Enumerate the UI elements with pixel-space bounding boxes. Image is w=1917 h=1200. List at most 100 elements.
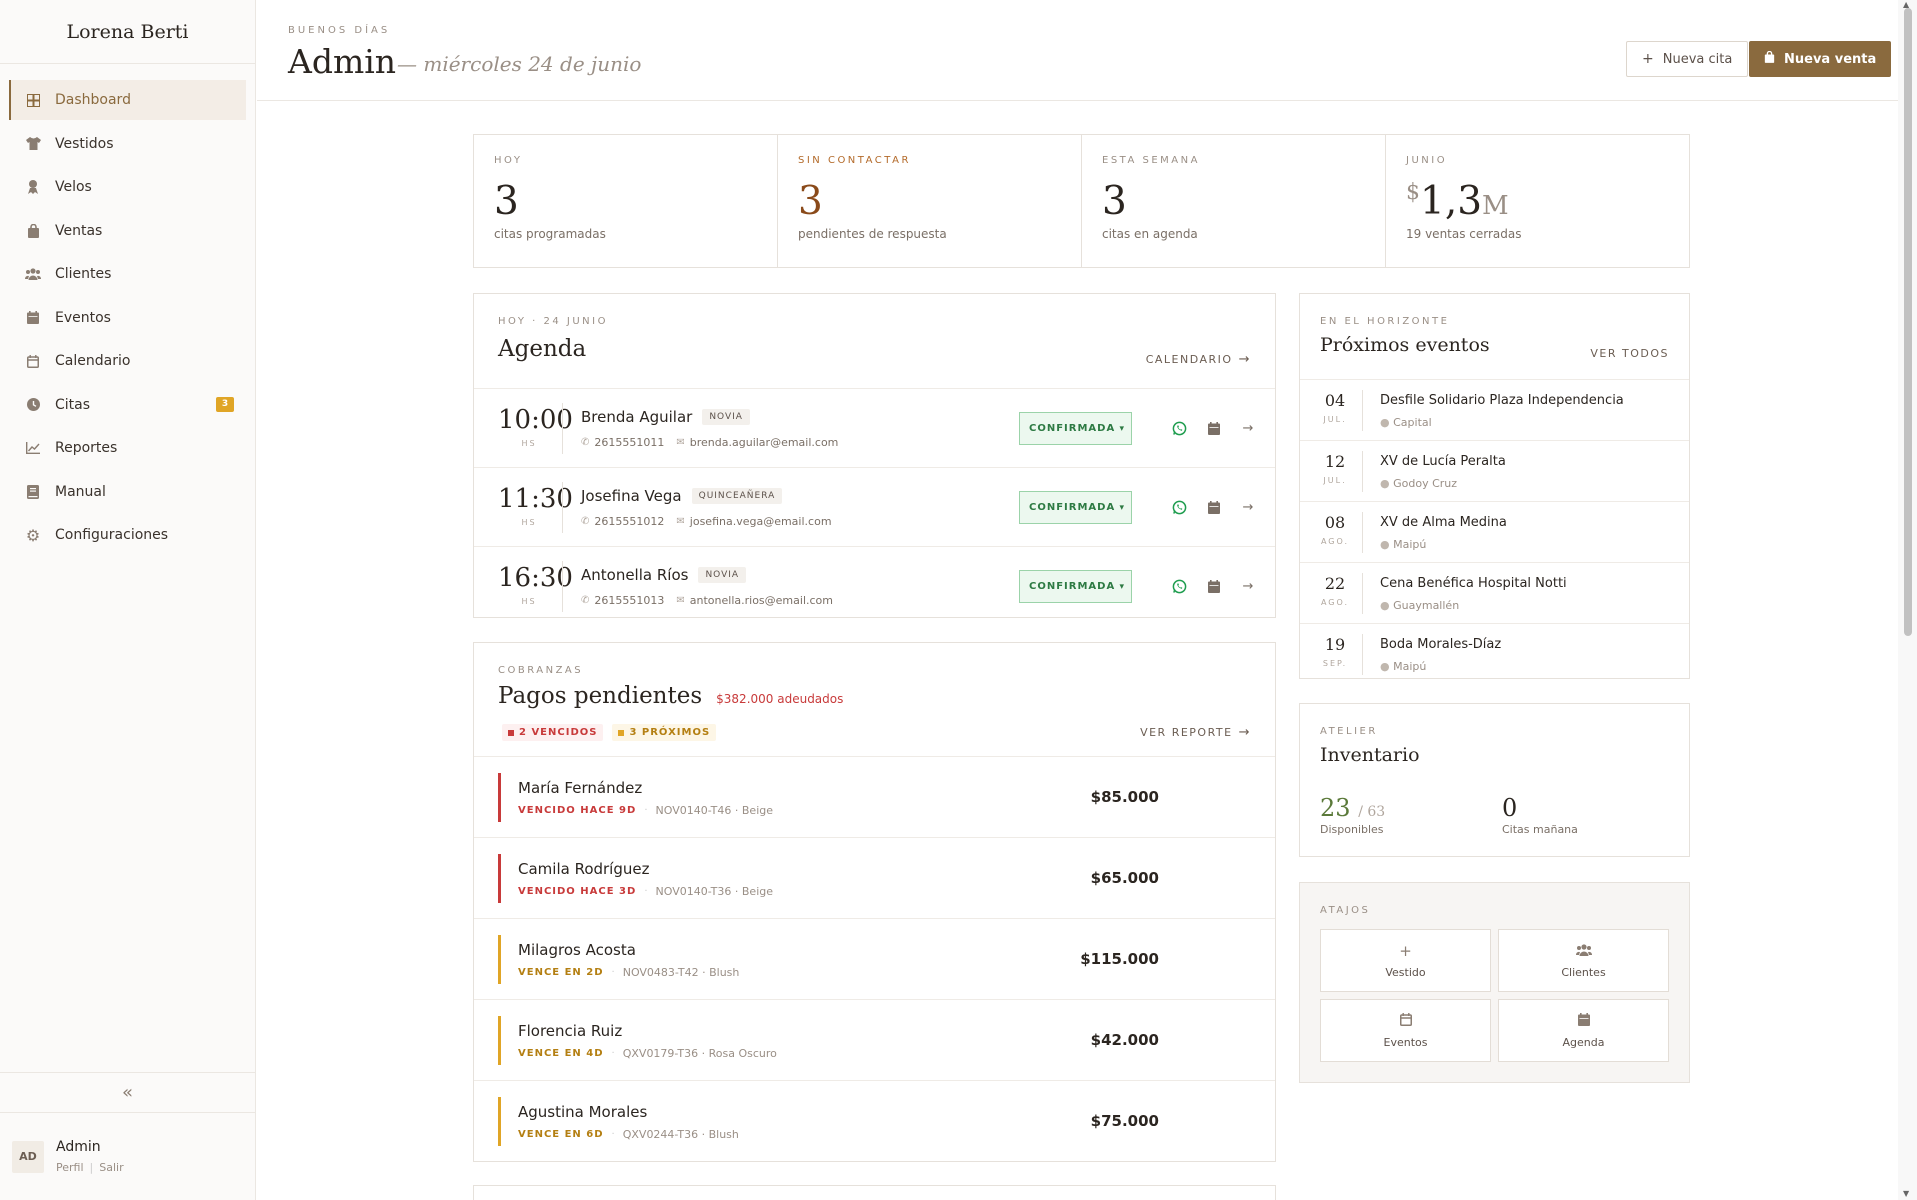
product-code: NOV0140-T46 · Beige [655, 804, 774, 817]
page-scrollbar[interactable]: ▲ ▼ [1898, 0, 1917, 1200]
stat-value: $1,3M [1406, 179, 1669, 224]
arrow-right-icon[interactable]: → [1238, 418, 1258, 438]
events-title: Próximos eventos [1320, 334, 1490, 356]
arrow-right-icon[interactable]: → [1238, 497, 1258, 517]
available-count: 23 [1320, 794, 1351, 822]
total-count: / 63 [1358, 804, 1386, 820]
event-location-label: Guaymallén [1393, 599, 1460, 612]
sidebar-item-velos[interactable]: Velos [9, 167, 246, 207]
stat-desc: pendientes de respuesta [798, 227, 947, 241]
sidebar-item-label: Configuraciones [55, 527, 169, 543]
chart-line-icon [25, 440, 41, 456]
appointment-row[interactable]: 10:00 HS Brenda Aguilar NOVIA ✆ 2615551011… [474, 388, 1275, 467]
event-row[interactable]: 12 JUL. XV de Lucía Peralta ● Godoy Cruz [1300, 440, 1689, 501]
appointment-row[interactable]: 16:30 HS Antonella Ríos NOVIA ✆ 2615551013… [474, 546, 1275, 625]
divider [1362, 390, 1363, 431]
calendar-icon [25, 353, 41, 369]
sidebar-item-label: Citas [55, 396, 91, 413]
sidebar-item-configuraciones[interactable]: ⚙ Configuraciones [9, 515, 246, 555]
upcoming-chip[interactable]: 3 PRÓXIMOS [612, 724, 717, 741]
event-row[interactable]: 19 SEP. Boda Morales-Díaz ● Maipú [1300, 623, 1689, 684]
payment-row[interactable]: María Fernández VENCIDO HACE 9D · NOV0140-… [474, 756, 1275, 837]
sidebar-item-vestidos[interactable]: Vestidos [9, 124, 246, 164]
calendar-icon [1399, 1012, 1412, 1030]
scroll-down-icon[interactable]: ▼ [1903, 1189, 1909, 1198]
shortcut-agenda[interactable]: Agenda [1498, 999, 1669, 1062]
appointment-time-unit: HS [521, 518, 537, 527]
calendar-grid-icon[interactable] [1204, 497, 1224, 517]
sidebar-item-eventos[interactable]: Eventos [9, 298, 246, 338]
arrow-right-icon[interactable]: → [1238, 576, 1258, 596]
overdue-chip-label: 2 VENCIDOS [519, 727, 598, 738]
calendar-grid-icon[interactable] [1204, 418, 1224, 438]
payment-row[interactable]: Agustina Morales VENCE EN 6D · QXV0244-T36… [474, 1080, 1275, 1161]
new-appointment-button[interactable]: + Nueva cita [1626, 41, 1749, 77]
sidebar-item-calendario[interactable]: Calendario [9, 341, 246, 381]
sidebar-item-label: Eventos [55, 309, 111, 326]
event-row[interactable]: 08 AGO. XV de Alma Medina ● Maipú [1300, 501, 1689, 562]
whatsapp-icon[interactable] [1169, 576, 1189, 596]
sidebar-item-citas[interactable]: Citas 3 [9, 385, 246, 425]
appointment-type-tag: NOVIA [702, 409, 750, 425]
event-location: ● Godoy Cruz [1380, 477, 1457, 490]
new-sale-label: Nueva venta [1784, 51, 1877, 67]
shortcut-events[interactable]: Eventos [1320, 999, 1491, 1062]
sidebar-item-dashboard[interactable]: Dashboard [9, 80, 246, 120]
overdue-chip[interactable]: 2 VENCIDOS [502, 724, 604, 741]
sidebar-item-reportes[interactable]: Reportes [9, 428, 246, 468]
mail-icon: ✉ [676, 595, 685, 606]
sidebar-item-manual[interactable]: Manual [9, 472, 246, 512]
appointment-status-select[interactable]: CONFIRMADA ▾ [1019, 570, 1132, 603]
sidebar-item-ventas[interactable]: Ventas [9, 211, 246, 251]
stat-this-week[interactable]: ESTA SEMANA 3 citas en agenda [1082, 135, 1386, 267]
status-bar [498, 854, 501, 903]
payment-row[interactable]: Milagros Acosta VENCE EN 2D · NOV0483-T42 … [474, 918, 1275, 999]
inventory-available[interactable]: 23 / 63 [1320, 794, 1385, 822]
divider [1362, 512, 1363, 553]
scrollbar-thumb[interactable] [1904, 8, 1912, 636]
avatar[interactable]: AD [12, 1140, 44, 1173]
calendar-grid-icon[interactable] [1204, 576, 1224, 596]
stat-number: 1,3 [1420, 179, 1483, 224]
stat-uncontacted[interactable]: SIN CONTACTAR 3 pendientes de respuesta [778, 135, 1082, 267]
event-location-label: Maipú [1393, 660, 1427, 673]
event-month: JUL. [1323, 476, 1347, 485]
view-all-events-link[interactable]: VER TODOS [1590, 347, 1669, 360]
appointments-tomorrow[interactable]: 0 [1502, 794, 1517, 822]
shortcut-clients[interactable]: Clientes [1498, 929, 1669, 992]
shortcut-new-dress[interactable]: + Vestido [1320, 929, 1491, 992]
divider [1362, 451, 1363, 492]
payment-row[interactable]: Florencia Ruiz VENCE EN 4D · QXV0179-T36 ·… [474, 999, 1275, 1080]
arrow-right-icon: → [1238, 725, 1251, 740]
calendar-link-label: CALENDARIO [1145, 353, 1233, 366]
calendar-link[interactable]: CALENDARIO → [1146, 352, 1251, 367]
event-row[interactable]: 04 JUL. Desfile Solidario Plaza Independ… [1300, 379, 1689, 440]
owed-total: $382.000 adeudados [716, 692, 844, 706]
greeting: BUENOS DÍAS [288, 25, 391, 36]
brand-logo[interactable]: Lorena Berti [0, 0, 255, 64]
client-name: Agustina Morales [518, 1103, 648, 1121]
whatsapp-icon[interactable] [1169, 497, 1189, 517]
appointment-status-select[interactable]: CONFIRMADA ▾ [1019, 412, 1132, 445]
profile-link[interactable]: Perfil [56, 1161, 84, 1174]
stats-panel: HOY 3 citas programadas SIN CONTACTAR 3 … [473, 134, 1690, 268]
stat-june-sales[interactable]: JUNIO $1,3M 19 ventas cerradas [1386, 135, 1689, 267]
appointment-row[interactable]: 11:30 HS Josefina Vega QUINCEAÑERA ✆ 26155… [474, 467, 1275, 546]
logout-link[interactable]: Salir [99, 1161, 123, 1174]
shortcuts-card: ATAJOS + Vestido Clientes Eventos Agenda [1299, 882, 1690, 1083]
appointment-status-select[interactable]: CONFIRMADA ▾ [1019, 491, 1132, 524]
sidebar-item-label: Vestidos [55, 135, 114, 152]
payment-row[interactable]: Camila Rodríguez VENCIDO HACE 3D · NOV0140… [474, 837, 1275, 918]
collapse-sidebar-button[interactable]: « [0, 1072, 255, 1112]
new-sale-button[interactable]: Nueva venta [1749, 41, 1892, 77]
whatsapp-icon[interactable] [1169, 418, 1189, 438]
map-pin-icon: ● [1380, 416, 1390, 429]
report-link[interactable]: VER REPORTE → [1140, 725, 1251, 740]
calendar-grid-icon [25, 310, 41, 326]
sidebar-item-clientes[interactable]: Clientes [9, 254, 246, 294]
event-name: XV de Alma Medina [1380, 515, 1507, 530]
gear-icon: ⚙ [25, 525, 41, 545]
stat-today[interactable]: HOY 3 citas programadas [474, 135, 778, 267]
client-email: josefina.vega@email.com [689, 515, 832, 528]
event-row[interactable]: 22 AGO. Cena Benéfica Hospital Notti ● G… [1300, 562, 1689, 623]
